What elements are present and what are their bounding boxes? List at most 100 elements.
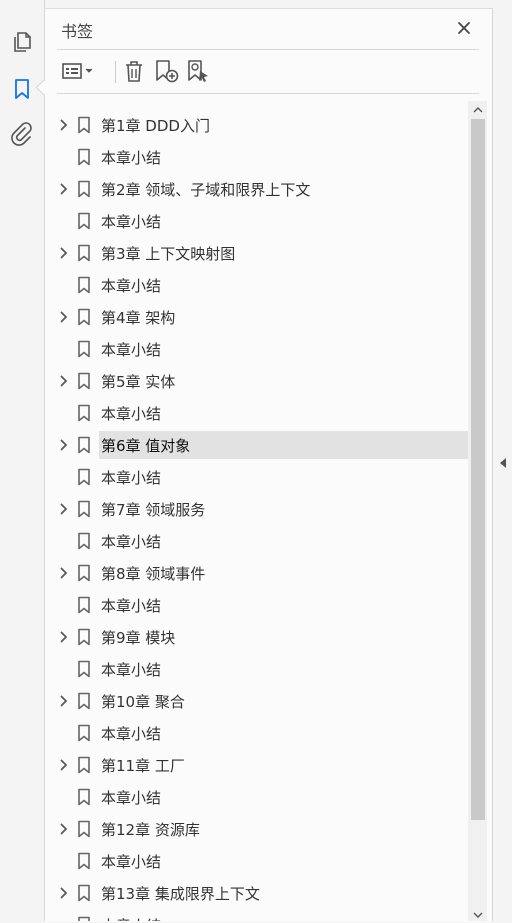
bookmark-label[interactable]: 第6章 值对象 bbox=[101, 435, 190, 456]
bookmark-label[interactable]: 第10章 聚合 bbox=[101, 691, 185, 712]
bookmark-label[interactable]: 第5章 实体 bbox=[101, 371, 175, 392]
bookmark-label[interactable]: 本章小结 bbox=[101, 403, 161, 424]
bookmarks-icon[interactable] bbox=[8, 75, 36, 103]
bookmark-chapter-item[interactable]: 第12章 资源库 bbox=[45, 815, 469, 843]
bookmark-icon bbox=[78, 788, 90, 806]
navigation-rail bbox=[0, 0, 45, 921]
bookmarks-panel: 书签 第1章 DDD入门 本章小结 第2章 领域、子域和限界上下文 本章小结 第… bbox=[45, 8, 492, 922]
chevron-right-icon[interactable] bbox=[56, 629, 72, 645]
options-list-icon[interactable] bbox=[61, 56, 97, 86]
scroll-up-icon[interactable] bbox=[468, 102, 487, 118]
chevron-right-icon[interactable] bbox=[56, 373, 72, 389]
bookmark-subitem[interactable]: 本章小结 bbox=[45, 207, 469, 235]
bookmark-subitem[interactable]: 本章小结 bbox=[45, 335, 469, 363]
bookmark-subitem[interactable]: 本章小结 bbox=[45, 527, 469, 555]
bookmark-subitem[interactable]: 本章小结 bbox=[45, 911, 469, 921]
bookmark-label[interactable]: 第13章 集成限界上下文 bbox=[101, 883, 260, 904]
bookmark-label[interactable]: 本章小结 bbox=[101, 659, 161, 680]
bookmarks-toolbar bbox=[57, 56, 479, 86]
bookmark-chapter-item[interactable]: 第9章 模块 bbox=[45, 623, 469, 651]
attachments-icon[interactable] bbox=[8, 120, 36, 148]
bookmark-chapter-item[interactable]: 第3章 上下文映射图 bbox=[45, 239, 469, 267]
chevron-right-icon[interactable] bbox=[56, 117, 72, 133]
bookmark-chapter-item[interactable]: 第7章 领域服务 bbox=[45, 495, 469, 523]
trash-icon[interactable] bbox=[121, 56, 147, 86]
bookmark-chapter-item[interactable]: 第8章 领域事件 bbox=[45, 559, 469, 587]
chevron-right-icon[interactable] bbox=[56, 437, 72, 453]
bookmark-icon bbox=[78, 468, 90, 486]
document-pane-edge bbox=[492, 8, 512, 921]
bookmark-tree: 第1章 DDD入门 本章小结 第2章 领域、子域和限界上下文 本章小结 第3章 上下文映… bbox=[45, 101, 469, 921]
bookmark-subitem[interactable]: 本章小结 bbox=[45, 783, 469, 811]
collapse-panel-icon[interactable] bbox=[497, 456, 509, 470]
chevron-right-icon[interactable] bbox=[56, 757, 72, 773]
bookmark-icon bbox=[78, 756, 90, 774]
bookmark-label[interactable]: 本章小结 bbox=[101, 787, 161, 808]
scrollbar-thumb[interactable] bbox=[471, 119, 485, 820]
bookmark-label[interactable]: 第9章 模块 bbox=[101, 627, 175, 648]
bookmark-label[interactable]: 本章小结 bbox=[101, 147, 161, 168]
bookmark-icon bbox=[78, 212, 90, 230]
bookmark-icon bbox=[78, 596, 90, 614]
bookmark-chapter-item[interactable]: 第4章 架构 bbox=[45, 303, 469, 331]
bookmark-chapter-item[interactable]: 第10章 聚合 bbox=[45, 687, 469, 715]
bookmark-label[interactable]: 本章小结 bbox=[101, 915, 161, 921]
bookmark-label[interactable]: 第4章 架构 bbox=[101, 307, 175, 328]
chevron-right-icon[interactable] bbox=[56, 565, 72, 581]
bookmark-subitem[interactable]: 本章小结 bbox=[45, 399, 469, 427]
bookmark-subitem[interactable]: 本章小结 bbox=[45, 143, 469, 171]
bookmark-label[interactable]: 第1章 DDD入门 bbox=[101, 115, 210, 136]
bookmark-icon bbox=[78, 308, 90, 326]
bookmark-icon bbox=[78, 628, 90, 646]
chevron-right-icon[interactable] bbox=[56, 501, 72, 517]
bookmark-icon bbox=[78, 500, 90, 518]
bookmark-icon bbox=[78, 820, 90, 838]
chevron-right-icon[interactable] bbox=[56, 181, 72, 197]
bookmark-chapter-item[interactable]: 第13章 集成限界上下文 bbox=[45, 879, 469, 907]
pages-icon[interactable] bbox=[8, 28, 36, 56]
bookmark-label[interactable]: 第2章 领域、子域和限界上下文 bbox=[101, 179, 310, 200]
bookmark-icon bbox=[78, 852, 90, 870]
bookmark-icon bbox=[78, 372, 90, 390]
bookmark-chapter-item[interactable]: 第11章 工厂 bbox=[45, 751, 469, 779]
vertical-scrollbar[interactable] bbox=[468, 101, 487, 921]
bookmark-label[interactable]: 第12章 资源库 bbox=[101, 819, 200, 840]
bookmark-chapter-item[interactable]: 第1章 DDD入门 bbox=[45, 111, 469, 139]
bookmark-icon bbox=[78, 660, 90, 678]
bookmark-subitem[interactable]: 本章小结 bbox=[45, 847, 469, 875]
bookmark-subitem[interactable]: 本章小结 bbox=[45, 655, 469, 683]
bookmark-label[interactable]: 本章小结 bbox=[101, 275, 161, 296]
find-current-bookmark-icon[interactable] bbox=[185, 56, 213, 86]
bookmark-icon bbox=[78, 436, 90, 454]
chevron-right-icon[interactable] bbox=[56, 245, 72, 261]
bookmark-icon bbox=[78, 724, 90, 742]
close-icon[interactable] bbox=[453, 17, 475, 39]
chevron-right-icon[interactable] bbox=[56, 885, 72, 901]
chevron-right-icon[interactable] bbox=[56, 693, 72, 709]
bookmark-label[interactable]: 第11章 工厂 bbox=[101, 755, 185, 776]
bookmark-chapter-item[interactable]: 第6章 值对象 bbox=[45, 431, 469, 459]
bookmark-label[interactable]: 本章小结 bbox=[101, 723, 161, 744]
bookmark-label[interactable]: 第7章 领域服务 bbox=[101, 499, 205, 520]
bookmark-icon bbox=[78, 244, 90, 262]
bookmark-label[interactable]: 本章小结 bbox=[101, 339, 161, 360]
bookmark-chapter-item[interactable]: 第2章 领域、子域和限界上下文 bbox=[45, 175, 469, 203]
new-bookmark-icon[interactable] bbox=[153, 56, 181, 86]
panel-title: 书签 bbox=[61, 22, 94, 41]
bookmark-label[interactable]: 本章小结 bbox=[101, 211, 161, 232]
bookmark-label[interactable]: 本章小结 bbox=[101, 595, 161, 616]
bookmark-icon bbox=[78, 916, 90, 921]
chevron-right-icon[interactable] bbox=[56, 309, 72, 325]
bookmark-icon bbox=[78, 404, 90, 422]
bookmark-label[interactable]: 第8章 领域事件 bbox=[101, 563, 205, 584]
bookmark-label[interactable]: 第3章 上下文映射图 bbox=[101, 243, 235, 264]
bookmark-label[interactable]: 本章小结 bbox=[101, 851, 161, 872]
bookmark-subitem[interactable]: 本章小结 bbox=[45, 719, 469, 747]
bookmark-label[interactable]: 本章小结 bbox=[101, 531, 161, 552]
bookmark-subitem[interactable]: 本章小结 bbox=[45, 591, 469, 619]
bookmark-label[interactable]: 本章小结 bbox=[101, 467, 161, 488]
chevron-right-icon[interactable] bbox=[56, 821, 72, 837]
bookmark-subitem[interactable]: 本章小结 bbox=[45, 271, 469, 299]
bookmark-subitem[interactable]: 本章小结 bbox=[45, 463, 469, 491]
bookmark-chapter-item[interactable]: 第5章 实体 bbox=[45, 367, 469, 395]
